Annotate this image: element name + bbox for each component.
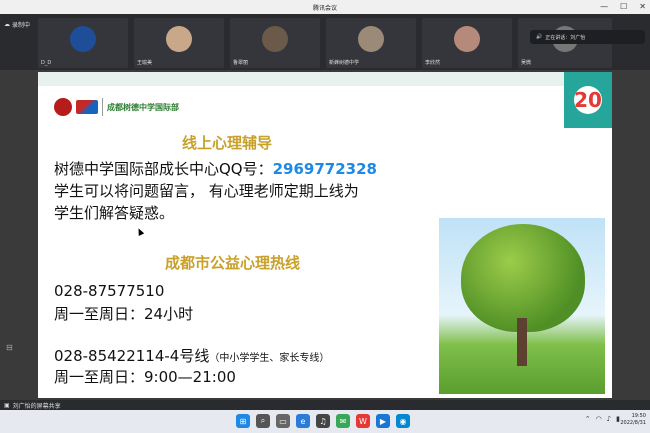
- seal-icon: [54, 98, 72, 116]
- window-title: 腾讯会议: [312, 4, 337, 12]
- cloud-icon: ☁: [4, 21, 10, 28]
- system-tray: ⌃ ◠ ♪ ▮: [585, 415, 620, 423]
- meeting-icon[interactable]: ▶: [376, 414, 390, 428]
- task-view-icon[interactable]: ▭: [276, 414, 290, 428]
- avatar: [358, 26, 384, 52]
- participant-name: 王瑜美: [137, 60, 153, 66]
- avatar: [454, 26, 480, 52]
- tree-canopy: [461, 224, 585, 332]
- body-line-3: 学生们解答疑惑。: [54, 204, 175, 222]
- anniversary-badge: 20: [564, 72, 612, 128]
- body-line-2: 学生可以将问题留言， 有心理老师定期上线为: [54, 182, 359, 200]
- participant-tile[interactable]: 王瑜美: [134, 18, 224, 68]
- shared-slide: 成都树德中学国际部 20 线上心理辅导 树德中学国际部成长中心QQ号：29697…: [38, 72, 612, 398]
- tree-trunk: [517, 318, 527, 366]
- badge-number: 20: [574, 86, 602, 114]
- speaking-label: 正在讲话：刘广怡: [545, 34, 586, 41]
- window-titlebar: 腾讯会议 — ☐ ✕: [0, 0, 650, 14]
- participant-name: 新蜂树德中学: [329, 60, 360, 66]
- taskbar-apps: ⊞ ⌕ ▭ e ♫ ✉ W ▶ ◉: [236, 414, 410, 428]
- chevron-up-icon[interactable]: ⌃: [585, 415, 591, 423]
- screen-share-bar[interactable]: ▣ 刘广怡的屏幕共享: [0, 400, 650, 410]
- hours-2: 周一至周日：9:00—21:00: [54, 368, 236, 386]
- participant-name: 吴微: [521, 60, 532, 66]
- phone-2-note: （中小学学生、家长专线）: [209, 353, 330, 364]
- avatar: [70, 26, 96, 52]
- heading-hotline: 成都市公益心理热线: [165, 254, 301, 272]
- hours-1: 周一至周日：24小时: [54, 305, 194, 323]
- avatar: [166, 26, 192, 52]
- avatar: [262, 26, 288, 52]
- heading-online-counseling: 线上心理辅导: [182, 134, 273, 152]
- start-icon[interactable]: ⊞: [236, 414, 250, 428]
- speaker-icon: 🔊: [536, 34, 543, 40]
- qq-line: 树德中学国际部成长中心QQ号：2969772328: [54, 158, 377, 179]
- volume-icon[interactable]: ♪: [607, 415, 611, 423]
- qq-number: 2969772328: [272, 160, 377, 178]
- maximize-icon[interactable]: ☐: [620, 2, 627, 11]
- taskbar: ⊞ ⌕ ▭ e ♫ ✉ W ▶ ◉ ⌃ ◠ ♪ ▮ 19:50 2022/8/3…: [0, 410, 650, 433]
- window-controls: — ☐ ✕: [600, 2, 646, 11]
- participant-tile[interactable]: 鲁翠丽: [230, 18, 320, 68]
- minimize-icon[interactable]: —: [600, 2, 608, 11]
- participant-name: 鲁翠丽: [233, 60, 249, 66]
- participant-tile[interactable]: 新蜂树德中学: [326, 18, 416, 68]
- share-icon: ▣: [4, 401, 10, 409]
- participant-tile[interactable]: D_D: [38, 18, 128, 68]
- qq-prefix: 树德中学国际部成长中心QQ号：: [54, 160, 273, 178]
- school-logo: 成都树德中学国际部: [54, 98, 179, 116]
- wechat-icon[interactable]: ✉: [336, 414, 350, 428]
- qq-icon[interactable]: ◉: [396, 414, 410, 428]
- media-icon[interactable]: ♫: [316, 414, 330, 428]
- clock-date: 2022/8/31: [620, 420, 646, 426]
- wifi-icon[interactable]: ◠: [596, 415, 602, 423]
- close-icon[interactable]: ✕: [639, 2, 646, 11]
- speaking-indicator: 🔊 正在讲话：刘广怡: [530, 30, 645, 44]
- edge-icon[interactable]: e: [296, 414, 310, 428]
- phone-1: 028-87577510: [54, 282, 165, 300]
- bird-logo-icon: [76, 100, 98, 114]
- clock[interactable]: 19:50 2022/8/31: [620, 413, 646, 427]
- tree-image: [439, 218, 605, 394]
- clock-time: 19:50: [631, 413, 646, 419]
- recording-label: 录制中: [12, 22, 31, 29]
- divider: [102, 98, 103, 116]
- share-label: 刘广怡的屏幕共享: [12, 402, 61, 410]
- recording-indicator[interactable]: ☁ 录制中: [4, 20, 30, 29]
- search-icon[interactable]: ⌕: [256, 414, 270, 428]
- logo-text: 成都树德中学国际部: [107, 102, 179, 112]
- phone-2: 028-85422114-4号线: [54, 347, 210, 365]
- phone-2-line: 028-85422114-4号线（中小学学生、家长专线）: [54, 345, 329, 366]
- participant-tile[interactable]: 李欣然: [422, 18, 512, 68]
- participant-name: 李欣然: [425, 60, 441, 66]
- wps-icon[interactable]: W: [356, 414, 370, 428]
- slide-band: [38, 72, 612, 86]
- expand-icon[interactable]: ⊟: [6, 343, 13, 352]
- participant-name: D_D: [41, 60, 52, 66]
